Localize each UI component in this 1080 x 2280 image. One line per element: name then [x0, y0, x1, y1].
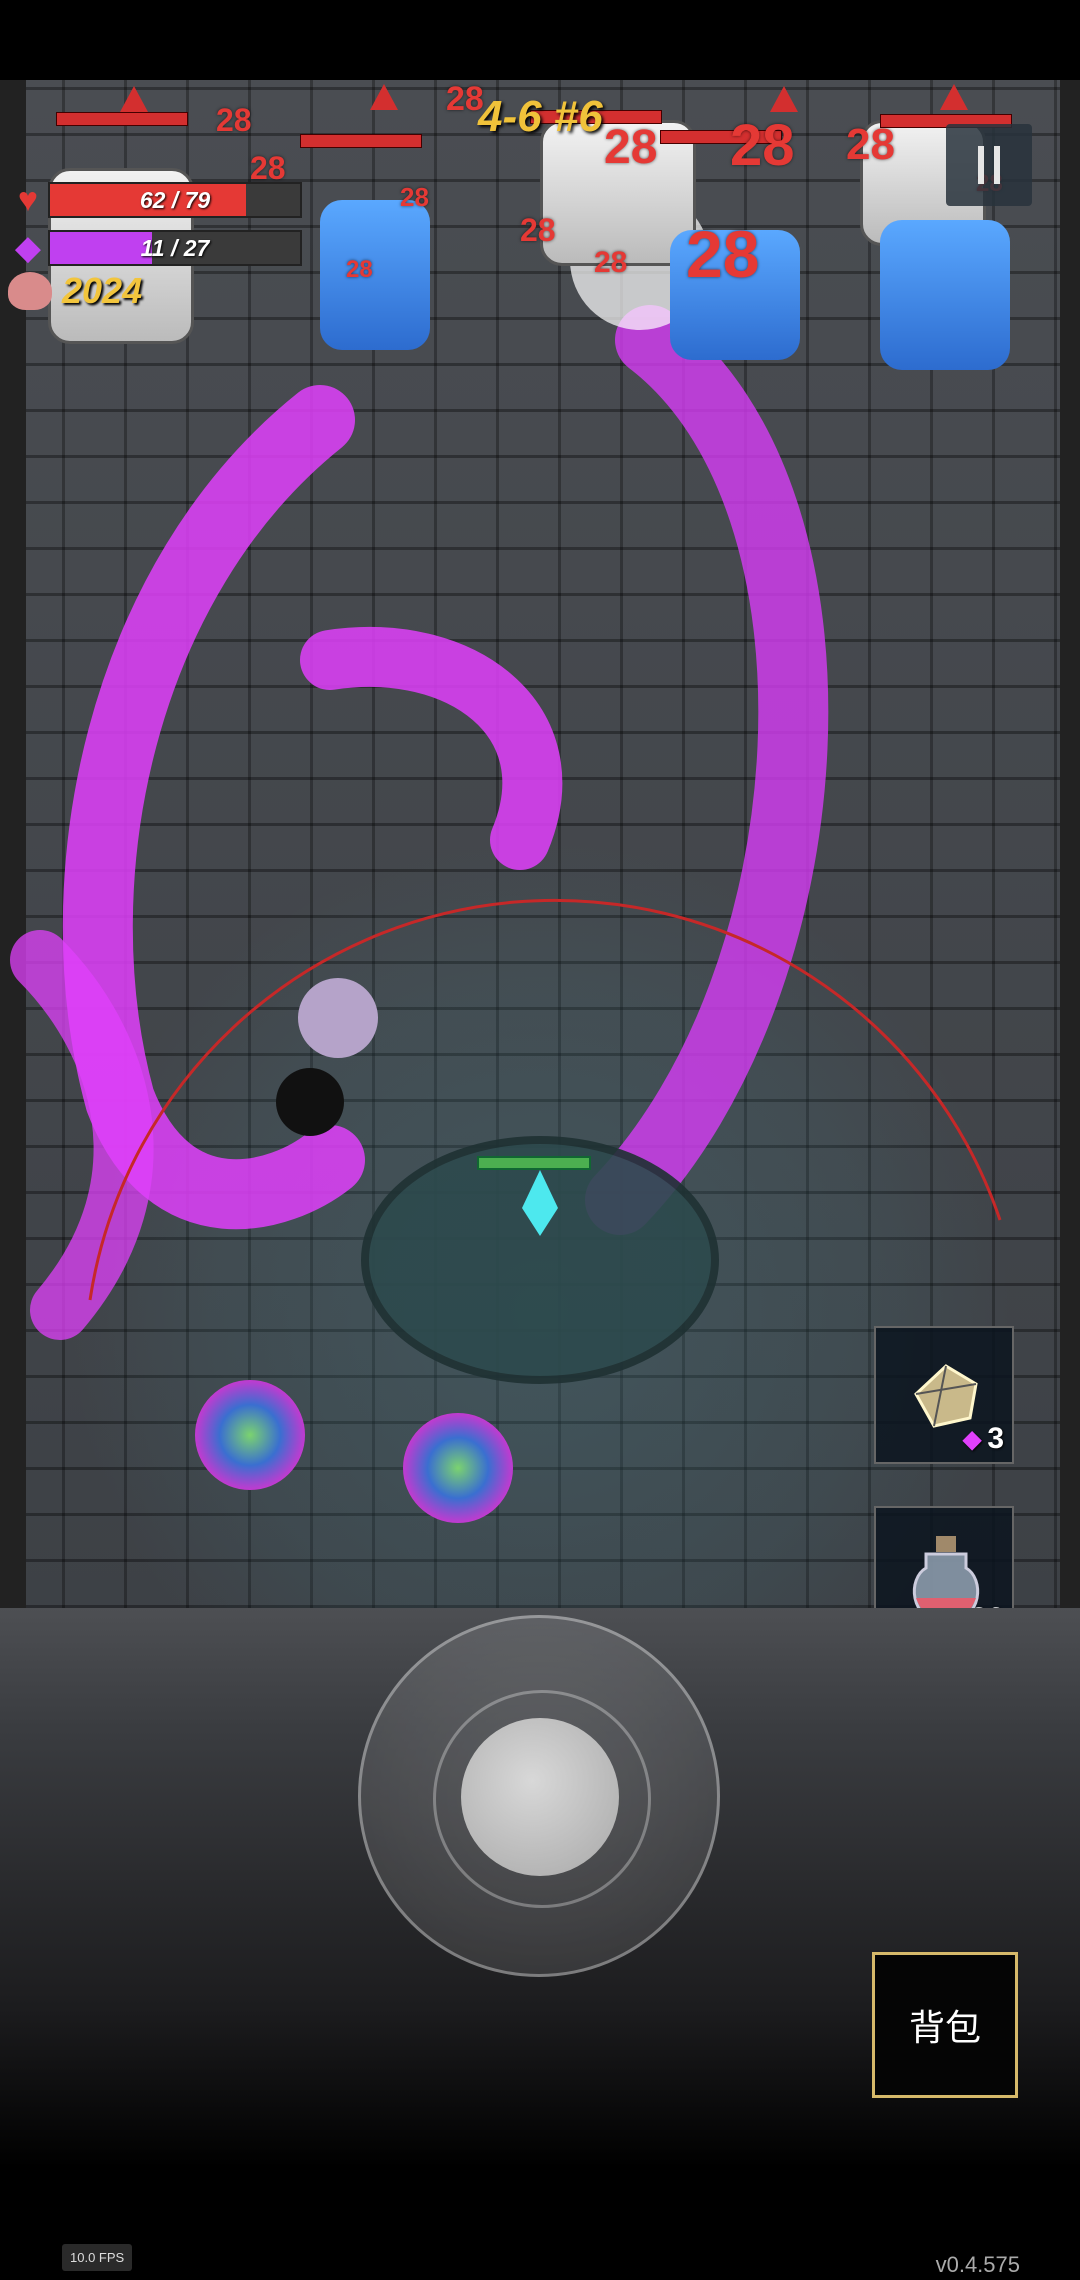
mana-bar: 11 / 27: [48, 230, 302, 266]
piggy-bank-icon: [8, 272, 52, 310]
item-count: 3: [987, 1422, 1004, 1455]
heart-icon: ♥: [17, 180, 39, 219]
enemy-health-bar: [300, 134, 422, 148]
joystick-knob[interactable]: [461, 1718, 619, 1876]
damage-number: 28: [594, 246, 628, 279]
item-slot-crystal[interactable]: ◆ 3: [874, 1326, 1014, 1464]
enemy-marker-icon: [770, 86, 798, 112]
coin-count: 2024: [62, 270, 143, 311]
damage-number: 28: [400, 182, 429, 212]
ice-golem-enemy: [880, 220, 1010, 370]
pause-icon: [978, 146, 984, 184]
damage-number: 28: [604, 121, 658, 174]
pause-button[interactable]: [946, 124, 1032, 206]
damage-number: 28: [686, 217, 760, 291]
fps-counter: 10.0 FPS: [62, 2244, 133, 2271]
health-bar: 62 / 79: [48, 182, 302, 218]
stage-indicator: 4-6 #6: [478, 92, 603, 141]
version-label: v0.4.575: [935, 2252, 1020, 2277]
virtual-joystick[interactable]: [358, 1615, 720, 1977]
health-row: ♥ 62 / 79: [8, 180, 302, 220]
damage-number: 28: [346, 256, 373, 283]
damage-number: 28: [216, 102, 252, 138]
enemy-marker-icon: [940, 84, 968, 110]
health-text: 62 / 79: [139, 187, 211, 213]
damage-number: 28: [520, 212, 556, 248]
gem-icon: ◆: [14, 229, 42, 267]
mana-text: 11 / 27: [140, 235, 210, 261]
coins-row: 2024: [8, 270, 142, 312]
enemy-health-bar: [56, 112, 188, 126]
mana-row: ◆ 11 / 27: [8, 228, 302, 268]
enemy-marker-icon: [120, 86, 148, 112]
damage-number: 28: [846, 120, 895, 169]
ice-golem-enemy: [320, 200, 430, 350]
damage-number: 28: [730, 113, 795, 178]
enemy-marker-icon: [370, 84, 398, 110]
gem-icon: ◆: [962, 1425, 982, 1453]
backpack-button[interactable]: 背包: [872, 1952, 1018, 2098]
